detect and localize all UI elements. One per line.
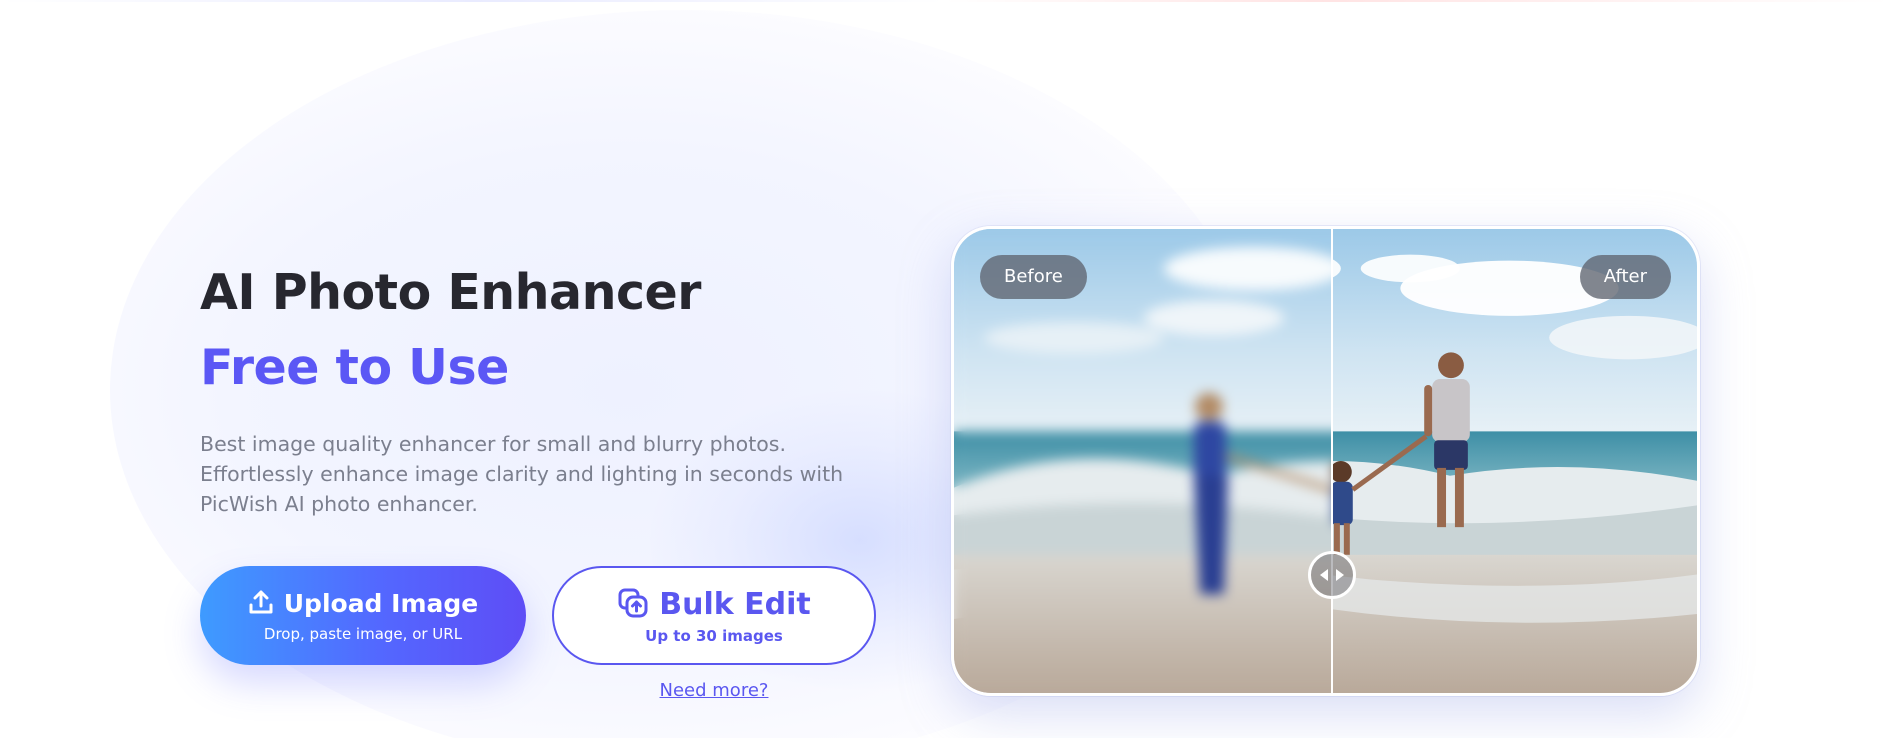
- hero-description: Best image quality enhancer for small an…: [200, 432, 844, 516]
- bulk-button-label: Bulk Edit: [659, 587, 811, 622]
- top-border-line: [0, 0, 1890, 2]
- page-subtitle: Free to Use: [200, 339, 509, 396]
- bulk-copy-icon: [617, 587, 649, 623]
- before-after-comparison[interactable]: Before After: [951, 226, 1700, 696]
- before-label: Before: [980, 255, 1087, 299]
- upload-button-label: Upload Image: [283, 589, 479, 618]
- bulk-button-row: Bulk Edit: [617, 587, 811, 623]
- upload-button-sublabel: Drop, paste image, or URL: [263, 624, 463, 643]
- need-more-link[interactable]: Need more?: [552, 680, 876, 701]
- bulk-button-sublabel: Up to 30 images: [645, 626, 783, 645]
- left-right-arrows-icon: [1320, 569, 1344, 581]
- upload-button-row: Upload Image: [248, 589, 478, 619]
- bulk-edit-button[interactable]: Bulk Edit Up to 30 images: [552, 566, 876, 665]
- upload-icon: [248, 589, 274, 619]
- compare-divider[interactable]: [1331, 229, 1333, 693]
- page-title: AI Photo Enhancer: [200, 264, 701, 321]
- after-label: After: [1579, 255, 1671, 299]
- compare-slider-handle[interactable]: [1308, 551, 1356, 599]
- upload-image-button[interactable]: Upload Image Drop, paste image, or URL: [200, 566, 526, 665]
- hero-text-section: AI Photo Enhancer Free to Use Best image…: [200, 262, 900, 519]
